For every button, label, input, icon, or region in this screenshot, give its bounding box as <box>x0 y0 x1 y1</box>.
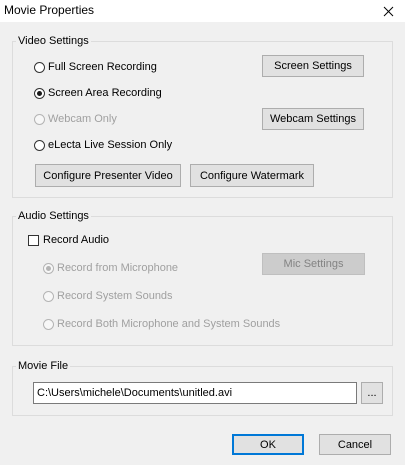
configure-watermark-button[interactable]: Configure Watermark <box>190 164 314 187</box>
electa-label: eLecta Live Session Only <box>48 139 173 151</box>
mic-settings-button[interactable]: Mic Settings <box>262 253 365 275</box>
record-mic-radio-circle <box>43 262 54 274</box>
electa-radio[interactable]: eLecta Live Session Only <box>34 139 172 151</box>
webcam-settings-button[interactable]: Webcam Settings <box>262 108 364 130</box>
record-system-radio-circle <box>43 290 54 302</box>
electa-radio-circle <box>34 139 45 151</box>
movie-file-label: Movie File <box>16 359 71 373</box>
record-audio-checkbox[interactable]: Record Audio <box>28 234 109 246</box>
full-screen-label: Full Screen Recording <box>48 61 157 73</box>
record-system-label: Record System Sounds <box>57 290 173 302</box>
ok-button[interactable]: OK <box>232 434 304 455</box>
webcam-only-label: Webcam Only <box>48 113 117 125</box>
webcam-only-radio-circle <box>34 113 45 125</box>
audio-settings-label: Audio Settings <box>16 209 91 223</box>
record-both-radio[interactable]: Record Both Microphone and System Sounds <box>43 318 280 330</box>
configure-presenter-button[interactable]: Configure Presenter Video <box>35 164 181 187</box>
video-settings-label: Video Settings <box>16 34 91 48</box>
title-bar: Movie Properties <box>0 0 405 22</box>
movie-file-path-input[interactable]: C:\Users\michele\Documents\unitled.avi <box>33 382 357 404</box>
full-screen-radio-circle <box>34 61 45 73</box>
close-icon <box>383 6 393 16</box>
full-screen-radio[interactable]: Full Screen Recording <box>34 61 157 73</box>
browse-button[interactable]: ... <box>361 382 383 404</box>
record-both-label: Record Both Microphone and System Sounds <box>57 318 281 330</box>
record-system-radio[interactable]: Record System Sounds <box>43 290 173 302</box>
record-audio-box <box>28 234 39 246</box>
record-mic-radio[interactable]: Record from Microphone <box>43 262 178 274</box>
screen-area-radio[interactable]: Screen Area Recording <box>34 87 162 99</box>
window-title: Movie Properties <box>4 3 95 17</box>
screen-area-label: Screen Area Recording <box>48 87 162 99</box>
screen-area-radio-circle <box>34 87 45 99</box>
cancel-button[interactable]: Cancel <box>319 434 391 455</box>
record-audio-label: Record Audio <box>43 234 110 246</box>
record-both-radio-circle <box>43 318 54 330</box>
record-mic-label: Record from Microphone <box>57 262 179 274</box>
screen-settings-button[interactable]: Screen Settings <box>262 55 364 77</box>
webcam-only-radio[interactable]: Webcam Only <box>34 113 117 125</box>
close-button[interactable] <box>371 0 405 22</box>
